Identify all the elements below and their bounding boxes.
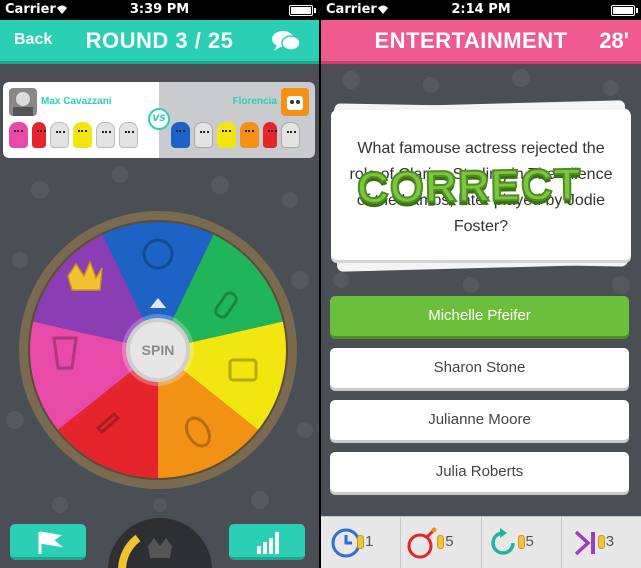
- powerup-count: 5: [445, 533, 454, 550]
- answer-option[interactable]: Michelle Pfeifer: [330, 296, 629, 336]
- powerup-count: 5: [525, 533, 534, 550]
- spin-screen: Carrier 3:39 PM Back ROUND 3 / 25 Max Ca…: [0, 0, 319, 568]
- battery-icon: [611, 5, 638, 16]
- status-time: 2:14 PM: [451, 2, 511, 17]
- coin-icon: [357, 535, 364, 549]
- character-icon: [240, 122, 259, 148]
- answer-option[interactable]: Julia Roberts: [330, 452, 629, 492]
- correct-banner: CORRECT: [356, 159, 583, 214]
- round-header: Back ROUND 3 / 25: [0, 20, 319, 64]
- avatar: [281, 88, 309, 116]
- powerup-skip[interactable]: 3: [562, 517, 641, 568]
- spin-button[interactable]: SPIN: [126, 318, 190, 382]
- player1-characters: [9, 122, 138, 148]
- character-icon: [119, 122, 138, 148]
- countdown-timer: 28': [599, 28, 629, 53]
- retry-icon: [490, 528, 515, 555]
- flag-icon: [38, 531, 64, 554]
- answer-option[interactable]: Julianne Moore: [330, 400, 629, 440]
- stats-button[interactable]: [229, 524, 305, 560]
- character-icon: [171, 122, 190, 148]
- character-icon: [263, 122, 277, 148]
- category-title: ENTERTAINMENT: [374, 28, 568, 53]
- battery-icon: [289, 5, 316, 16]
- avatar: [9, 88, 37, 116]
- powerup-bomb[interactable]: 5: [401, 517, 482, 568]
- character-icon: [96, 122, 115, 148]
- versus-panel: Max Cavazzani VS Florencia: [3, 82, 315, 160]
- character-icon: [9, 122, 28, 148]
- character-icon: [50, 122, 69, 148]
- bomb-icon: [407, 527, 437, 559]
- powerup-retry[interactable]: 5: [482, 517, 562, 568]
- character-icon: [217, 122, 236, 148]
- character-icon: [281, 122, 300, 148]
- powerup-count: 3: [605, 533, 615, 550]
- coin-icon: [517, 535, 525, 549]
- powerup-bar: 1 5 5 3: [321, 516, 641, 568]
- coin-icon: [437, 535, 445, 549]
- character-icon: [194, 122, 213, 148]
- crown-button[interactable]: [108, 518, 212, 568]
- chat-icon[interactable]: [271, 30, 301, 52]
- category-wheel[interactable]: SPIN: [18, 210, 298, 490]
- skip-icon: [574, 530, 595, 556]
- player2-characters: [171, 122, 300, 148]
- powerup-count: 1: [365, 533, 374, 550]
- status-time: 3:39 PM: [129, 2, 190, 17]
- crown-icon: [118, 534, 172, 568]
- vs-badge: VS: [148, 108, 170, 130]
- character-icon: [32, 122, 46, 148]
- status-bar: Carrier 3:39 PM: [0, 0, 319, 20]
- stats-icon: [257, 532, 279, 554]
- character-icon: [73, 122, 92, 148]
- category-header: ENTERTAINMENT 28': [321, 20, 641, 64]
- player1-card: Max Cavazzani: [3, 82, 159, 158]
- surrender-button[interactable]: [10, 524, 86, 560]
- coin-icon: [597, 535, 605, 549]
- player2-card: Florencia: [159, 82, 315, 158]
- status-bar: Carrier 2:14 PM: [321, 0, 641, 20]
- question-screen: Carrier 2:14 PM ENTERTAINMENT 28' What f…: [321, 0, 641, 568]
- answer-option[interactable]: Sharon Stone: [330, 348, 629, 388]
- powerup-time[interactable]: 1: [321, 517, 402, 568]
- player2-name: Florencia: [232, 96, 277, 107]
- player1-name: Max Cavazzani: [41, 96, 112, 107]
